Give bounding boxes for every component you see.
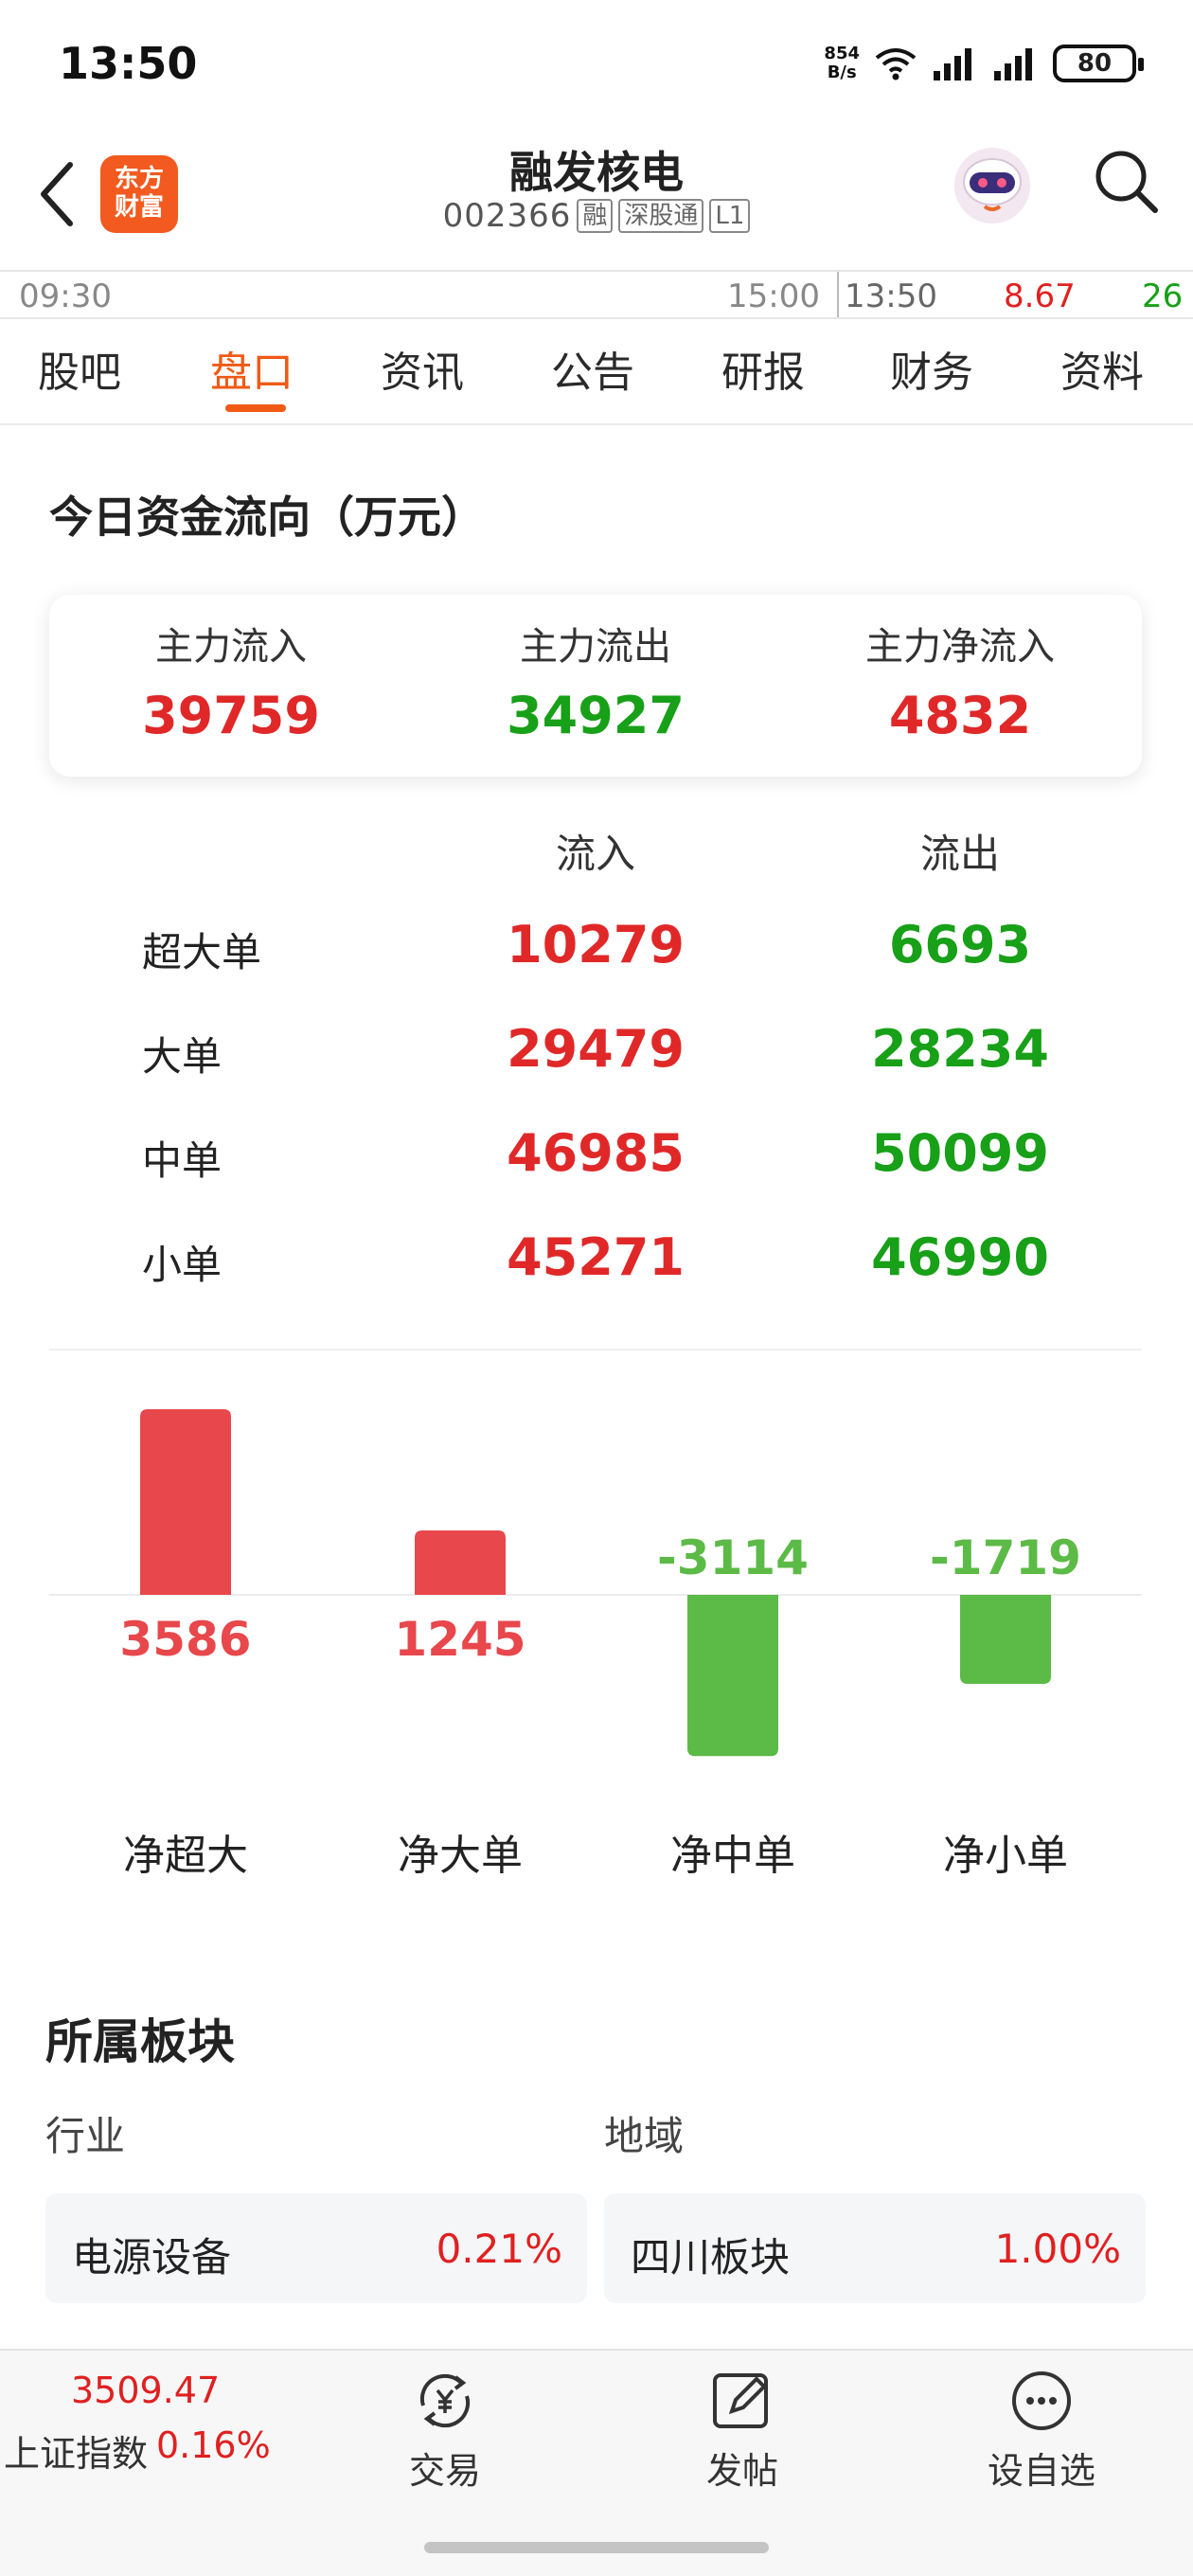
tab-research[interactable]: 研报 bbox=[721, 338, 805, 399]
industry-sector-card[interactable]: 电源设备 0.21% bbox=[45, 2193, 587, 2303]
region-sector-name: 四川板块 bbox=[631, 2234, 791, 2281]
trade-label: 交易 bbox=[408, 2450, 481, 2492]
robot-assistant-icon[interactable] bbox=[947, 138, 1038, 229]
ticker-volume: 26 bbox=[1142, 277, 1184, 315]
category-label-净中单: 净中单 bbox=[670, 1832, 795, 1880]
main-inflow-value: 39759 bbox=[142, 686, 320, 745]
category-label-净小单: 净小单 bbox=[943, 1832, 1068, 1880]
home-indicator[interactable] bbox=[424, 2542, 769, 2553]
industry-label: 行业 bbox=[45, 2113, 126, 2159]
stock-header: 东方 财富 融发核电 002366 融 深股通 L1 bbox=[0, 133, 1193, 270]
large-inflow: 29479 bbox=[507, 1019, 685, 1079]
bar-净小单 bbox=[960, 1595, 1051, 1684]
value-label-净超大: 3586 bbox=[119, 1612, 251, 1667]
row-label-medium: 中单 bbox=[142, 1137, 223, 1184]
signal-icon-2 bbox=[994, 48, 1032, 80]
connect-tag: 深股通 bbox=[618, 199, 704, 233]
large-outflow: 28234 bbox=[871, 1019, 1049, 1079]
tab-profile[interactable]: 资料 bbox=[1060, 338, 1144, 399]
main-outflow: 主力流出 34927 bbox=[454, 616, 738, 745]
status-icons: 854 B/s 80 bbox=[824, 40, 1144, 87]
main-net-inflow: 主力净流入 4832 bbox=[818, 616, 1102, 745]
intraday-ticker[interactable]: 09:30 15:00 13:50 8.67 26 bbox=[0, 270, 1193, 319]
level-tag: L1 bbox=[709, 199, 751, 233]
battery-indicator: 80 bbox=[1053, 45, 1144, 82]
margin-tag: 融 bbox=[577, 199, 614, 233]
main-flow-summary-card: 主力流入 39759 主力流出 34927 主力净流入 4832 bbox=[49, 595, 1142, 777]
index-change: 0.16% bbox=[156, 2424, 271, 2466]
add-watchlist-label: 设自选 bbox=[987, 2450, 1095, 2492]
super-large-outflow: 6693 bbox=[888, 915, 1032, 975]
small-inflow: 45271 bbox=[507, 1227, 685, 1287]
region-label: 地域 bbox=[604, 2113, 685, 2159]
status-bar: 13:50 854 B/s 80 bbox=[0, 0, 1193, 133]
ticker-current-time: 13:50 bbox=[845, 277, 937, 315]
stock-code: 002366 bbox=[442, 197, 572, 235]
column-header-outflow: 流出 bbox=[919, 831, 1000, 877]
medium-outflow: 50099 bbox=[871, 1123, 1049, 1183]
trade-button[interactable]: 交易 bbox=[360, 2368, 530, 2494]
net-flow-bar-chart: 3586 净超大 1245 净大单 -3114 净中单 -1719 净小单 bbox=[49, 1409, 1142, 1880]
bar-净大单 bbox=[415, 1530, 506, 1595]
main-net-inflow-value: 4832 bbox=[888, 686, 1032, 745]
post-label: 发帖 bbox=[705, 2450, 778, 2492]
network-speed: 854 B/s bbox=[824, 44, 860, 82]
search-icon[interactable] bbox=[1089, 144, 1165, 220]
post-button[interactable]: 发帖 bbox=[657, 2368, 828, 2494]
main-outflow-value: 34927 bbox=[507, 686, 685, 745]
add-watchlist-button[interactable]: 设自选 bbox=[956, 2368, 1127, 2494]
tab-pankou[interactable]: 盘口 bbox=[210, 338, 294, 399]
sectors-title: 所属板块 bbox=[45, 2014, 235, 2069]
category-label-净大单: 净大单 bbox=[398, 1832, 523, 1880]
row-label-super-large: 超大单 bbox=[142, 929, 262, 975]
section-divider bbox=[49, 1349, 1142, 1351]
more-dots-icon bbox=[1012, 2371, 1071, 2430]
ticker-divider bbox=[837, 272, 839, 317]
value-label-净小单: -1719 bbox=[930, 1530, 1081, 1585]
ticker-open-time: 09:30 bbox=[19, 277, 112, 315]
region-sector-card[interactable]: 四川板块 1.00% bbox=[604, 2193, 1146, 2303]
small-outflow: 46990 bbox=[871, 1227, 1049, 1287]
column-header-inflow: 流入 bbox=[555, 831, 635, 877]
bar-净超大 bbox=[140, 1409, 231, 1595]
ticker-price: 8.67 bbox=[1004, 277, 1076, 315]
ticker-close-time: 15:00 bbox=[727, 277, 820, 315]
tab-announcements[interactable]: 公告 bbox=[551, 338, 634, 399]
region-sector-change: 1.00% bbox=[994, 2226, 1121, 2272]
bar-净中单 bbox=[687, 1595, 778, 1757]
tab-news[interactable]: 资讯 bbox=[381, 338, 464, 399]
super-large-inflow: 10279 bbox=[507, 915, 685, 975]
category-label-净超大: 净超大 bbox=[123, 1832, 248, 1880]
status-time: 13:50 bbox=[59, 38, 198, 89]
row-label-large: 大单 bbox=[142, 1033, 223, 1080]
tab-guba[interactable]: 股吧 bbox=[38, 338, 121, 399]
main-inflow: 主力流入 39759 bbox=[89, 616, 373, 745]
value-label-净中单: -3114 bbox=[657, 1530, 809, 1585]
value-label-净大单: 1245 bbox=[394, 1612, 525, 1667]
tab-finance[interactable]: 财务 bbox=[890, 338, 973, 399]
compose-icon bbox=[713, 2373, 768, 2428]
index-name: 上证指数 bbox=[4, 2433, 149, 2475]
trade-yen-icon bbox=[419, 2373, 471, 2428]
medium-inflow: 46985 bbox=[507, 1123, 685, 1183]
industry-sector-change: 0.21% bbox=[436, 2226, 562, 2272]
active-tab-indicator bbox=[225, 404, 286, 412]
signal-icon bbox=[934, 48, 971, 80]
industry-sector-name: 电源设备 bbox=[72, 2234, 232, 2281]
fund-flow-title: 今日资金流向（万元） bbox=[49, 492, 485, 543]
wifi-icon bbox=[875, 48, 917, 80]
tab-bar: 股吧 盘口 资讯 公告 研报 财务 资料 bbox=[0, 319, 1193, 425]
row-label-small: 小单 bbox=[142, 1242, 223, 1288]
index-value: 3509.47 bbox=[71, 2370, 221, 2411]
